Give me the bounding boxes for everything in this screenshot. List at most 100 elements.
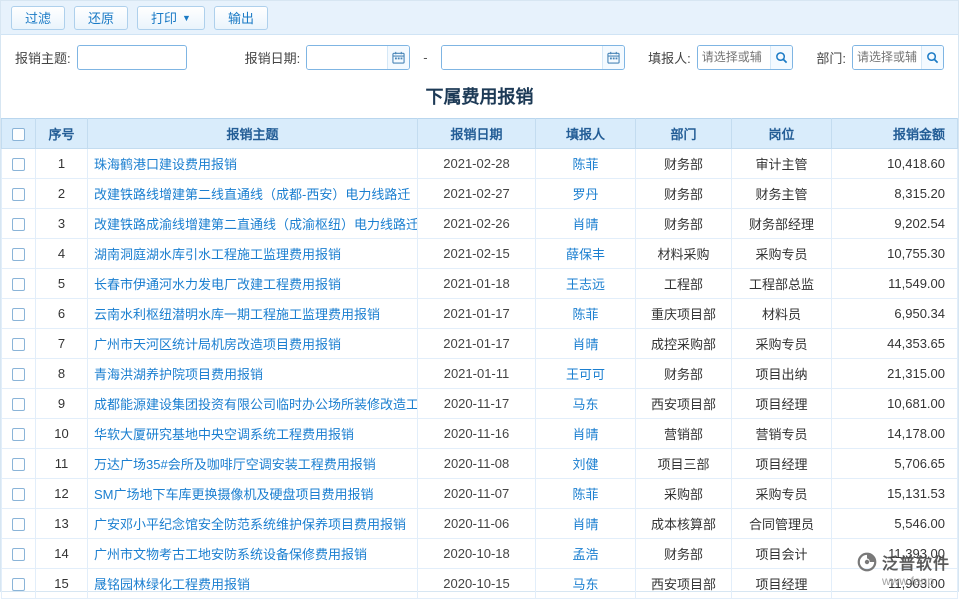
header-subject: 报销主题 (88, 119, 418, 149)
subject-link[interactable]: 华软大厦研究基地中央空调系统工程费用报销 (88, 419, 418, 449)
row-checkbox[interactable] (12, 458, 25, 471)
header-person: 填报人 (536, 119, 636, 149)
row-checkbox[interactable] (12, 368, 25, 381)
row-no: 12 (36, 479, 88, 509)
row-checkbox[interactable] (12, 308, 25, 321)
row-checkbox[interactable] (12, 488, 25, 501)
print-button[interactable]: 打印 ▼ (137, 6, 205, 30)
person-link[interactable]: 罗丹 (536, 179, 636, 209)
output-button[interactable]: 输出 (214, 6, 268, 30)
person-link[interactable]: 肖晴 (536, 209, 636, 239)
date-to-input[interactable] (442, 46, 602, 69)
person-filter-input[interactable] (698, 46, 770, 69)
header-no: 序号 (36, 119, 88, 149)
row-dept: 财务部 (636, 359, 732, 389)
table-row: 7 广州市天河区统计局机房改造项目费用报销 2021-01-17 肖晴 成控采购… (2, 329, 958, 359)
dept-filter-label: 部门: (816, 48, 846, 67)
person-link[interactable]: 孟浩 (536, 539, 636, 569)
select-all-checkbox[interactable] (12, 128, 25, 141)
calendar-icon[interactable] (602, 46, 624, 69)
table-row: 1 珠海鹤港口建设费用报销 2021-02-28 陈菲 财务部 审计主管 10,… (2, 149, 958, 179)
subject-link[interactable]: 改建铁路成渝线增建第二直通线（成渝枢纽）电力线路迁 (88, 209, 418, 239)
row-checkbox[interactable] (12, 518, 25, 531)
dept-filter-input[interactable] (853, 46, 921, 69)
dept-filter-group: 部门: (816, 45, 944, 70)
row-no: 4 (36, 239, 88, 269)
row-checkbox[interactable] (12, 548, 25, 561)
row-checkbox[interactable] (12, 188, 25, 201)
chevron-down-icon: ▼ (182, 13, 191, 23)
row-no: 6 (36, 299, 88, 329)
row-amount: 9,202.54 (832, 209, 958, 239)
row-amount: 8,315.20 (832, 179, 958, 209)
filter-button[interactable]: 过滤 (11, 6, 65, 30)
row-checkbox[interactable] (12, 428, 25, 441)
subject-link[interactable]: 万达广场35#会所及咖啡厅空调安装工程费用报销 (88, 449, 418, 479)
row-position: 项目经理 (732, 449, 832, 479)
row-dept: 营销部 (636, 419, 732, 449)
row-position: 项目经理 (732, 389, 832, 419)
subject-link[interactable]: 长春市伊通河水力发电厂改建工程费用报销 (88, 269, 418, 299)
subject-link[interactable]: 云南水利枢纽潜明水库一期工程施工监理费用报销 (88, 299, 418, 329)
person-link[interactable]: 肖晴 (536, 509, 636, 539)
row-checkbox[interactable] (12, 278, 25, 291)
row-checkbox[interactable] (12, 338, 25, 351)
subject-link[interactable]: 湖南洞庭湖水库引水工程施工监理费用报销 (88, 239, 418, 269)
subject-link[interactable]: 青海洪湖养护院项目费用报销 (88, 359, 418, 389)
person-link[interactable]: 肖晴 (536, 329, 636, 359)
subject-link[interactable]: 晟铭园林绿化工程费用报销 (88, 569, 418, 599)
row-no: 13 (36, 509, 88, 539)
row-amount: 11,393.00 (832, 539, 958, 569)
row-position: 采购专员 (732, 239, 832, 269)
person-link[interactable]: 马东 (536, 389, 636, 419)
table-row: 2 改建铁路线增建第二线直通线（成都-西安）电力线路迁 2021-02-27 罗… (2, 179, 958, 209)
date-from-input[interactable] (307, 46, 387, 69)
search-icon[interactable] (770, 46, 792, 69)
toolbar: 过滤 还原 打印 ▼ 输出 (1, 1, 958, 35)
subject-link[interactable]: 改建铁路线增建第二线直通线（成都-西安）电力线路迁 (88, 179, 418, 209)
person-link[interactable]: 陈菲 (536, 149, 636, 179)
row-position: 审计主管 (732, 149, 832, 179)
row-checkbox[interactable] (12, 158, 25, 171)
row-date: 2020-11-16 (418, 419, 536, 449)
row-date: 2020-10-15 (418, 569, 536, 599)
subject-link[interactable]: 珠海鹤港口建设费用报销 (88, 149, 418, 179)
table-row: 11 万达广场35#会所及咖啡厅空调安装工程费用报销 2020-11-08 刘健… (2, 449, 958, 479)
subject-link[interactable]: 广州市天河区统计局机房改造项目费用报销 (88, 329, 418, 359)
table-row: 4 湖南洞庭湖水库引水工程施工监理费用报销 2021-02-15 薛保丰 材料采… (2, 239, 958, 269)
row-position: 财务部经理 (732, 209, 832, 239)
row-no: 10 (36, 419, 88, 449)
person-link[interactable]: 薛保丰 (536, 239, 636, 269)
row-dept: 采购部 (636, 479, 732, 509)
row-position: 项目出纳 (732, 359, 832, 389)
person-link[interactable]: 肖晴 (536, 419, 636, 449)
person-link[interactable]: 王可可 (536, 359, 636, 389)
subject-link[interactable]: SM广场地下车库更换摄像机及硬盘项目费用报销 (88, 479, 418, 509)
restore-button[interactable]: 还原 (74, 6, 128, 30)
person-link[interactable]: 陈菲 (536, 479, 636, 509)
row-checkbox[interactable] (12, 248, 25, 261)
row-checkbox[interactable] (12, 578, 25, 591)
subject-link[interactable]: 成都能源建设集团投资有限公司临时办公场所装修改造工 (88, 389, 418, 419)
person-link[interactable]: 刘健 (536, 449, 636, 479)
person-link[interactable]: 王志远 (536, 269, 636, 299)
row-amount: 10,755.30 (832, 239, 958, 269)
row-position: 采购专员 (732, 479, 832, 509)
person-filter-box (697, 45, 793, 70)
table-row: 9 成都能源建设集团投资有限公司临时办公场所装修改造工 2020-11-17 马… (2, 389, 958, 419)
calendar-icon[interactable] (387, 46, 409, 69)
subject-link[interactable]: 广安邓小平纪念馆安全防范系统维护保养项目费用报销 (88, 509, 418, 539)
search-icon[interactable] (921, 46, 943, 69)
date-filter-label: 报销日期: (245, 48, 301, 67)
row-amount: 6,950.34 (832, 299, 958, 329)
person-filter-label: 填报人: (648, 48, 691, 67)
row-checkbox[interactable] (12, 218, 25, 231)
person-link[interactable]: 陈菲 (536, 299, 636, 329)
person-link[interactable]: 马东 (536, 569, 636, 599)
subject-link[interactable]: 广州市文物考古工地安防系统设备保修费用报销 (88, 539, 418, 569)
row-position: 财务主管 (732, 179, 832, 209)
row-no: 8 (36, 359, 88, 389)
row-checkbox[interactable] (12, 398, 25, 411)
header-dept: 部门 (636, 119, 732, 149)
subject-filter-input[interactable] (77, 45, 187, 70)
